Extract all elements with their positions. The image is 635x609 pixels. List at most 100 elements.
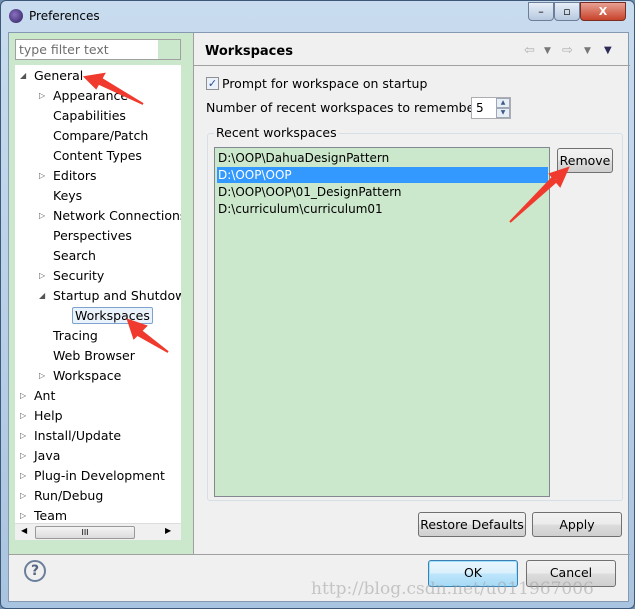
filter-input[interactable]: type filter text	[15, 39, 181, 60]
tree-item-label: Plug-in Development	[34, 468, 165, 483]
watermark: http://blog.csdn.net/u011967006	[311, 579, 594, 599]
restore-defaults-button[interactable]: Restore Defaults	[418, 512, 526, 537]
tree-item[interactable]: Perspectives	[53, 226, 132, 246]
collapsed-twisty-icon[interactable]: ▷	[39, 171, 45, 180]
tree-item-label: Compare/Patch	[53, 128, 149, 143]
dialog-client: type filter text General ◢ Appearance ▷ Capa…	[8, 32, 630, 602]
tree-item-label: Run/Debug	[34, 488, 104, 503]
workspace-row[interactable]: D:\OOP\OOP	[217, 167, 548, 183]
collapsed-twisty-icon[interactable]: ▷	[20, 451, 26, 460]
remove-button[interactable]: Remove	[557, 148, 613, 173]
tree-item[interactable]: Help	[34, 406, 63, 426]
recent-count-label: Number of recent workspaces to remember:	[206, 100, 484, 115]
tree-item-label: Java	[34, 448, 61, 463]
clear-filter-icon[interactable]	[158, 40, 180, 59]
preference-nav: type filter text General ◢ Appearance ▷ Capa…	[9, 33, 193, 554]
tree-item[interactable]: Install/Update	[34, 426, 121, 446]
tree-item-label: Workspace	[53, 368, 122, 383]
tree-item-label: Keys	[53, 188, 83, 203]
collapsed-twisty-icon[interactable]: ▷	[20, 511, 26, 520]
tree-item-label: Team	[34, 508, 68, 523]
collapsed-twisty-icon[interactable]: ▷	[20, 411, 26, 420]
tree-item-label: Web Browser	[53, 348, 135, 363]
forward-menu-icon[interactable]: ▼	[584, 46, 591, 56]
tree-item[interactable]: Java	[34, 446, 60, 466]
tree-item-label: Tracing	[53, 328, 98, 343]
group-label: Recent workspaces	[214, 125, 339, 140]
tree-item-label: Capabilities	[53, 108, 126, 123]
header-divider	[194, 65, 630, 66]
scroll-thumb[interactable]: III	[35, 526, 135, 539]
tree-item-label: Startup and Shutdown	[53, 288, 181, 303]
prompt-label: Prompt for workspace on startup	[222, 76, 428, 91]
footer-divider	[9, 554, 630, 555]
collapsed-twisty-icon[interactable]: ▷	[20, 431, 26, 440]
tree-item[interactable]: Plug-in Development	[34, 466, 165, 486]
maximize-button[interactable]: ▫	[554, 2, 580, 21]
view-menu-icon[interactable]: ▼	[604, 45, 612, 56]
back-icon[interactable]: ⇦	[524, 43, 535, 58]
collapsed-twisty-icon[interactable]: ▷	[39, 371, 45, 380]
scroll-right-icon[interactable]: ▶	[165, 526, 171, 535]
tree-item[interactable]: Capabilities	[53, 106, 126, 126]
tree-item-label: Ant	[34, 388, 56, 403]
tree-item[interactable]: Workspaces	[72, 306, 153, 326]
close-button[interactable]: X	[580, 2, 626, 21]
recent-count-value[interactable]: 5	[476, 101, 484, 115]
tree-item-label: Security	[53, 268, 105, 283]
tree-item[interactable]: Keys	[53, 186, 82, 206]
tree-item-label: Help	[34, 408, 63, 423]
apply-button[interactable]: Apply	[532, 512, 622, 537]
tree-item[interactable]: Network Connections	[53, 206, 181, 226]
collapsed-twisty-icon[interactable]: ▷	[20, 391, 26, 400]
tree-item[interactable]: Ant	[34, 386, 55, 406]
tree-item-label: Search	[53, 248, 96, 263]
tree-item-label: Workspaces	[72, 307, 153, 324]
filter-placeholder: type filter text	[19, 42, 109, 57]
tree-item-label: Editors	[53, 168, 97, 183]
help-icon[interactable]: ?	[24, 560, 46, 582]
tree-item[interactable]: Compare/Patch	[53, 126, 148, 146]
tree-item[interactable]: Tracing	[53, 326, 98, 346]
prompt-checkbox[interactable]: ✓	[206, 77, 219, 90]
tree-item[interactable]: Content Types	[53, 146, 142, 166]
expanded-twisty-icon[interactable]: ◢	[39, 291, 45, 300]
tree-item[interactable]: Workspace	[53, 366, 121, 386]
tree-item[interactable]: Appearance	[53, 86, 128, 106]
workspace-row[interactable]: D:\OOP\OOP\01_DesignPattern	[217, 184, 548, 200]
tree-item[interactable]: Team	[34, 506, 67, 523]
tree-item-label: Perspectives	[53, 228, 132, 243]
tree-item[interactable]: Startup and Shutdown	[53, 286, 181, 306]
window-title: Preferences	[29, 9, 100, 23]
minimize-button[interactable]: –	[528, 2, 554, 21]
tree-item[interactable]: Editors	[53, 166, 97, 186]
forward-icon[interactable]: ⇨	[562, 43, 573, 58]
collapsed-twisty-icon[interactable]: ▷	[39, 91, 45, 100]
recent-count-spinner[interactable]: 5 ▲ ▼	[471, 97, 511, 119]
tree-item[interactable]: Run/Debug	[34, 486, 103, 506]
tree-item-label: Content Types	[53, 148, 142, 163]
preference-tree[interactable]: General ◢ Appearance ▷ Capabilities Compare/P…	[15, 65, 181, 523]
tree-item-label: Install/Update	[34, 428, 122, 443]
tree-item[interactable]: General	[34, 66, 83, 86]
collapsed-twisty-icon[interactable]: ▷	[20, 471, 26, 480]
collapsed-twisty-icon[interactable]: ▷	[39, 211, 45, 220]
workspace-row[interactable]: D:\curriculum\curriculum01	[217, 201, 548, 217]
workspaces-page: Workspaces ⇦ ▼ ⇨ ▼ ▼ ✓ Prompt for worksp…	[194, 33, 630, 554]
spin-up-icon[interactable]: ▲	[496, 98, 510, 108]
scroll-left-icon[interactable]: ◀	[21, 526, 27, 535]
eclipse-icon	[9, 9, 23, 23]
tree-item[interactable]: Security	[53, 266, 104, 286]
collapsed-twisty-icon[interactable]: ▷	[39, 271, 45, 280]
collapsed-twisty-icon[interactable]: ▷	[20, 491, 26, 500]
back-menu-icon[interactable]: ▼	[544, 46, 551, 56]
tree-item[interactable]: Search	[53, 246, 96, 266]
spin-down-icon[interactable]: ▼	[496, 108, 510, 118]
tree-horizontal-scrollbar[interactable]: ◀ III ▶	[15, 523, 181, 540]
workspace-list[interactable]: D:\OOP\DahuaDesignPattern D:\OOP\OOP D:\OO…	[214, 147, 550, 497]
preferences-window: Preferences – ▫ X type filter text Gener…	[0, 0, 635, 609]
tree-item-label: Appearance	[53, 88, 129, 103]
expanded-twisty-icon[interactable]: ◢	[20, 71, 26, 80]
workspace-row[interactable]: D:\OOP\DahuaDesignPattern	[217, 150, 548, 166]
tree-item[interactable]: Web Browser	[53, 346, 135, 366]
